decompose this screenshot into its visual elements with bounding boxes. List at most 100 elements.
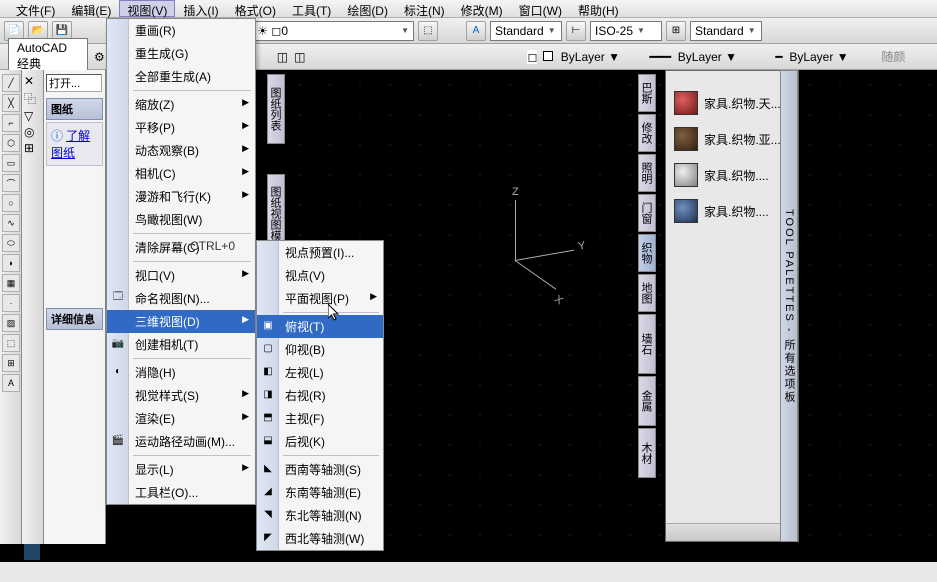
block-icon[interactable]: ▦ [2,274,20,292]
mi-vpoint-preset[interactable]: 视点预置(I)... [257,241,383,264]
copy-icon[interactable]: ⿻ [24,90,41,107]
mi-planview[interactable]: 平面视图(P)▶ [257,287,383,310]
mi-orbit[interactable]: 动态观察(B)▶ [107,139,255,162]
vtab-menchuang[interactable]: 门窗 [638,194,656,232]
mi-birdeye[interactable]: 鸟瞰视图(W) [107,208,255,231]
swatch-item-2[interactable]: 家具.织物.亚... [666,121,798,157]
mi-namedview[interactable]: 🗔命名视图(N)... [107,287,255,310]
leftview-icon: ◧ [260,364,276,378]
mi-regenall[interactable]: 全部重生成(A) [107,65,255,88]
dimstyle-combo[interactable]: ISO-25 ▼ [590,21,662,41]
menu-insert[interactable]: 插入(I) [175,0,226,17]
mi-left[interactable]: ◧左视(L) [257,361,383,384]
mi-hide[interactable]: ◐消隐(H) [107,361,255,384]
mi-neiso[interactable]: ◥东北等轴测(N) [257,504,383,527]
vtab-zhiwu[interactable]: 织物 [638,234,656,272]
menu-file[interactable]: 文件(F) [8,0,63,17]
vtab-jinshu[interactable]: 金属 [638,376,656,426]
ellipse-icon[interactable]: ⬭ [2,234,20,252]
vtab-mucai[interactable]: 木材 [638,428,656,478]
menu-tools[interactable]: 工具(T) [284,0,339,17]
vtab-basi[interactable]: 巴斯 [638,74,656,112]
mi-camera[interactable]: 相机(C)▶ [107,162,255,185]
mi-render[interactable]: 渲染(E)▶ [107,407,255,430]
vtab-zhaoming[interactable]: 照明 [638,154,656,192]
tablestyle-icon[interactable]: ⊞ [666,21,686,41]
layer-combo[interactable]: 🔆 ☀ ◻ 0 ▼ [234,21,414,41]
mi-createcam[interactable]: 📷创建相机(T) [107,333,255,356]
lineweight-combo[interactable]: ━ ByLayer ▼ [775,50,875,64]
status-icon[interactable] [24,544,40,560]
menu-view[interactable]: 视图(V) [119,0,175,17]
open-input[interactable] [46,74,102,92]
menu-dim[interactable]: 标注(N) [396,0,453,17]
mi-redraw[interactable]: 重画(R) [107,19,255,42]
vtab-xiugai[interactable]: 修改 [638,114,656,152]
ws-gear-icon[interactable]: ⚙ [94,50,105,64]
swatch-item-4[interactable]: 家具.织物.... [666,193,798,229]
textstyle-icon[interactable]: A [466,21,486,41]
mi-bottom[interactable]: ▢仰视(B) [257,338,383,361]
layer-tool3-icon[interactable]: ◫ [294,50,305,64]
mi-view3d[interactable]: 三维视图(D)▶ [107,310,255,333]
menu-draw[interactable]: 绘图(D) [339,0,396,17]
mi-walkfly[interactable]: 漫游和飞行(K)▶ [107,185,255,208]
tablestyle-combo[interactable]: Standard ▼ [690,21,762,41]
mi-visualstyle[interactable]: 视觉样式(S)▶ [107,384,255,407]
erase-icon[interactable]: ✕ [24,74,41,88]
xline-icon[interactable]: ╳ [2,94,20,112]
polygon-icon[interactable]: ⬡ [2,134,20,152]
swatch-item-1[interactable]: 家具.织物.天... [666,85,798,121]
hatch-icon[interactable]: ▨ [2,314,20,332]
mi-front[interactable]: ⬒主视(F) [257,407,383,430]
dimstyle-icon[interactable]: ⊢ [566,21,586,41]
vtab-sheetlist[interactable]: 图纸列表 [267,74,285,144]
region-icon[interactable]: ⬚ [2,334,20,352]
mi-motion[interactable]: 🎬运动路径动画(M)... [107,430,255,453]
offset-icon[interactable]: ◎ [24,125,41,139]
mi-viewport[interactable]: 视口(V)▶ [107,264,255,287]
palette-title[interactable]: TOOL PALETTES - 所有选项板 [780,70,798,542]
layer-tool2-icon[interactable]: ◫ [277,50,288,64]
spline-icon[interactable]: ∿ [2,214,20,232]
menu-edit[interactable]: 编辑(E) [63,0,119,17]
mirror-icon[interactable]: ▽ [24,109,41,123]
menu-help[interactable]: 帮助(H) [570,0,627,17]
mi-back[interactable]: ⬓后视(K) [257,430,383,453]
earc-icon[interactable]: ◗ [2,254,20,272]
table-icon[interactable]: ⊞ [2,354,20,372]
text-icon[interactable]: A [2,374,20,392]
mi-pan[interactable]: 平移(P)▶ [107,116,255,139]
mi-vpoint[interactable]: 视点(V) [257,264,383,287]
menu-window[interactable]: 窗口(W) [511,0,570,17]
swatch-item-3[interactable]: 家具.织物.... [666,157,798,193]
textstyle-combo[interactable]: Standard ▼ [490,21,562,41]
mi-zoom[interactable]: 缩放(Z)▶ [107,93,255,116]
vtab-qiangshi[interactable]: 墙石 [638,314,656,374]
color-combo[interactable]: ByLayer ▼ [543,50,643,64]
color-swatch-icon[interactable]: ◻ [527,50,537,64]
menu-modify[interactable]: 修改(M) [453,0,511,17]
vtab-ditu[interactable]: 地图 [638,274,656,312]
mi-display[interactable]: 显示(L)▶ [107,458,255,481]
sheets-header[interactable]: 图纸 [46,98,103,120]
circle-icon[interactable]: ○ [2,194,20,212]
linetype-combo[interactable]: ━━━ ByLayer ▼ [649,50,769,64]
mi-regen[interactable]: 重生成(G) [107,42,255,65]
details-header[interactable]: 详细信息 [46,308,103,330]
layer-tool-icon[interactable]: ⬚ [418,21,438,41]
mi-seiso[interactable]: ◢东南等轴测(E) [257,481,383,504]
line-icon[interactable]: ╱ [2,74,20,92]
mi-right[interactable]: ◨右视(R) [257,384,383,407]
pline-icon[interactable]: ⌐ [2,114,20,132]
rect-icon[interactable]: ▭ [2,154,20,172]
mi-swiso[interactable]: ◣西南等轴测(S) [257,458,383,481]
mi-toolbars[interactable]: 工具栏(O)... [107,481,255,504]
array-icon[interactable]: ⊞ [24,141,41,155]
point-icon[interactable]: · [2,294,20,312]
arc-icon[interactable]: ⌒ [2,174,20,192]
menu-format[interactable]: 格式(O) [227,0,284,17]
mi-top[interactable]: ▣俯视(T) [257,315,383,338]
mi-nwiso[interactable]: ◤西北等轴测(W) [257,527,383,550]
mi-clear[interactable]: 清除屏幕(C)CTRL+0 [107,236,255,259]
